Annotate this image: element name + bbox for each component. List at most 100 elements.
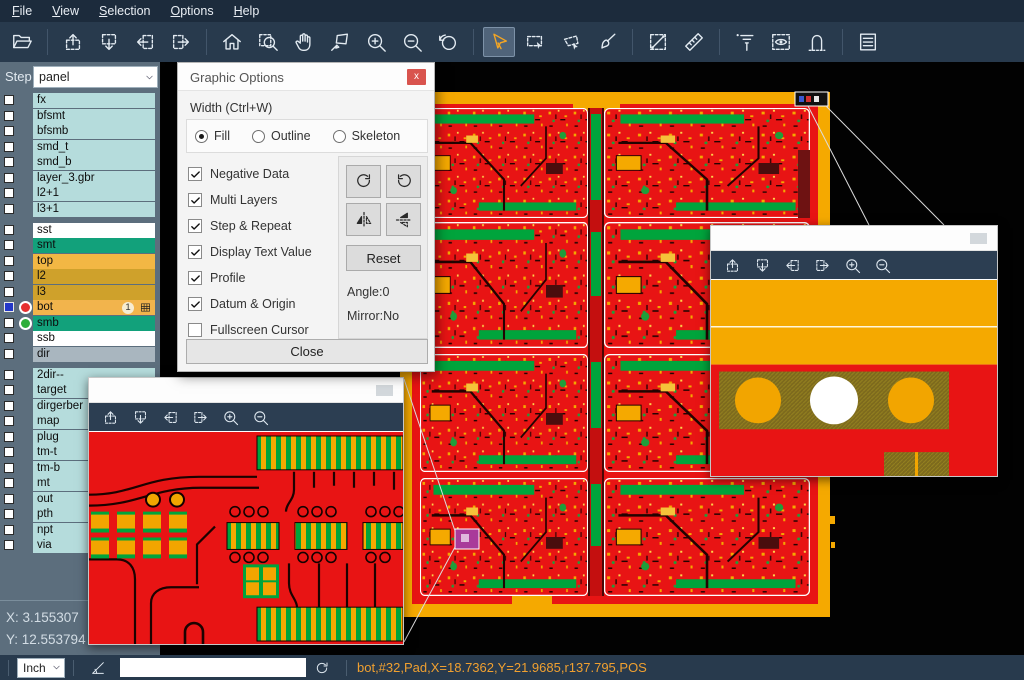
dialog-close-button[interactable]: x	[407, 69, 426, 85]
radio-fill[interactable]: Fill	[195, 129, 230, 143]
layer-visibility-checkbox[interactable]	[4, 111, 14, 121]
home-icon[interactable]	[216, 27, 248, 57]
pan-right-icon[interactable]	[187, 405, 213, 429]
layer-visibility-checkbox[interactable]	[4, 416, 14, 426]
layer-row-smt[interactable]: smt	[0, 238, 160, 253]
checkbox-profile[interactable]: Profile	[188, 265, 338, 291]
checkbox-datum-origin[interactable]: Datum & Origin	[188, 291, 338, 317]
select-cursor-icon[interactable]	[483, 27, 515, 57]
open-file-icon[interactable]	[6, 27, 38, 57]
step-select[interactable]: panel	[33, 66, 158, 88]
flip-horizontal-button[interactable]	[346, 203, 381, 236]
menu-selection[interactable]: Selection	[89, 0, 160, 22]
layer-visibility-checkbox[interactable]	[4, 432, 14, 442]
flip-vertical-button[interactable]	[386, 203, 421, 236]
ruler-icon[interactable]	[678, 27, 710, 57]
layer-visibility-checkbox[interactable]	[4, 370, 14, 380]
layer-visibility-checkbox[interactable]	[4, 95, 14, 105]
menu-view[interactable]: View	[42, 0, 89, 22]
pan-right-icon[interactable]	[809, 253, 835, 277]
checkbox-negative-data[interactable]: Negative Data	[188, 161, 338, 187]
layer-row-top[interactable]: top	[0, 254, 160, 269]
command-input[interactable]	[120, 658, 306, 677]
pan-up-icon[interactable]	[97, 405, 123, 429]
zoom-in-icon[interactable]	[360, 27, 392, 57]
layer-row-sst[interactable]: sst	[0, 223, 160, 238]
layer-visibility-checkbox[interactable]	[4, 240, 14, 250]
zoom-out-icon[interactable]	[396, 27, 428, 57]
layer-visibility-checkbox[interactable]	[4, 204, 14, 214]
layer-row-layer_3.gbr[interactable]: layer_3.gbr	[0, 171, 160, 186]
measure-icon[interactable]	[642, 27, 674, 57]
layer-row-bfsmb[interactable]: bfsmb	[0, 124, 160, 139]
pan-down-icon[interactable]	[127, 405, 153, 429]
pan-right-icon[interactable]	[165, 27, 197, 57]
layer-row-dir[interactable]: dir	[0, 347, 160, 362]
layer-row-l2[interactable]: l2	[0, 269, 160, 284]
layer-row-l3[interactable]: l3	[0, 285, 160, 300]
checkbox-multi-layers[interactable]: Multi Layers	[188, 187, 338, 213]
zoom-out-icon[interactable]	[869, 253, 895, 277]
checkbox-display-text-value[interactable]: Display Text Value	[188, 239, 338, 265]
window-button[interactable]	[970, 233, 987, 244]
brush-icon[interactable]	[591, 27, 623, 57]
layer-visibility-checkbox[interactable]	[4, 463, 14, 473]
zoom-polygon-icon[interactable]	[324, 27, 356, 57]
pan-up-icon[interactable]	[57, 27, 89, 57]
layer-visibility-checkbox[interactable]	[4, 302, 14, 312]
menu-help[interactable]: Help	[224, 0, 270, 22]
radio-outline[interactable]: Outline	[252, 129, 311, 143]
window-button[interactable]	[376, 385, 393, 396]
select-polygon-icon[interactable]	[555, 27, 587, 57]
pan-down-icon[interactable]	[93, 27, 125, 57]
layer-row-l3+1[interactable]: l3+1	[0, 202, 160, 217]
checkbox-step-repeat[interactable]: Step & Repeat	[188, 213, 338, 239]
pan-down-icon[interactable]	[749, 253, 775, 277]
layer-visibility-checkbox[interactable]	[4, 142, 14, 152]
layer-visibility-checkbox[interactable]	[4, 494, 14, 504]
rotate-ccw-button[interactable]	[386, 165, 421, 198]
pan-up-icon[interactable]	[719, 253, 745, 277]
zoom-out-icon[interactable]	[247, 405, 273, 429]
reset-button[interactable]: Reset	[346, 245, 421, 271]
menu-file[interactable]: File	[2, 0, 42, 22]
close-button[interactable]: Close	[186, 339, 428, 364]
layer-visibility-checkbox[interactable]	[4, 271, 14, 281]
pan-left-icon[interactable]	[129, 27, 161, 57]
pan-left-icon[interactable]	[157, 405, 183, 429]
zoom-window-icon[interactable]	[252, 27, 284, 57]
layer-row-ssb[interactable]: ssb	[0, 331, 160, 346]
unit-select[interactable]: Inch	[17, 658, 65, 678]
layer-visibility-checkbox[interactable]	[4, 540, 14, 550]
zoom-previous-icon[interactable]	[432, 27, 464, 57]
view-options-icon[interactable]	[765, 27, 797, 57]
refresh-icon[interactable]	[312, 658, 332, 678]
layer-visibility-checkbox[interactable]	[4, 225, 14, 235]
layer-row-bfsmt[interactable]: bfsmt	[0, 109, 160, 124]
zoom-window-titlebar[interactable]	[711, 226, 997, 251]
snap-icon[interactable]	[801, 27, 833, 57]
zoom-window-titlebar[interactable]	[89, 378, 403, 403]
menu-options[interactable]: Options	[160, 0, 223, 22]
pan-left-icon[interactable]	[779, 253, 805, 277]
layer-visibility-checkbox[interactable]	[4, 126, 14, 136]
layer-visibility-checkbox[interactable]	[4, 318, 14, 328]
radio-skeleton[interactable]: Skeleton	[333, 129, 401, 143]
layer-visibility-checkbox[interactable]	[4, 478, 14, 488]
layer-row-smd_b[interactable]: smd_b	[0, 155, 160, 170]
layer-row-smb[interactable]: smb	[0, 316, 160, 331]
select-rectangle-icon[interactable]	[519, 27, 551, 57]
layer-row-smd_t[interactable]: smd_t	[0, 140, 160, 155]
layer-visibility-checkbox[interactable]	[4, 287, 14, 297]
layer-visibility-checkbox[interactable]	[4, 157, 14, 167]
zoom-in-icon[interactable]	[839, 253, 865, 277]
layer-visibility-checkbox[interactable]	[4, 173, 14, 183]
layer-visibility-checkbox[interactable]	[4, 401, 14, 411]
rotate-cw-button[interactable]	[346, 165, 381, 198]
layer-visibility-checkbox[interactable]	[4, 509, 14, 519]
layer-table-icon[interactable]	[852, 27, 884, 57]
layer-visibility-checkbox[interactable]	[4, 333, 14, 343]
layer-row-bot[interactable]: bot1	[0, 300, 160, 315]
layer-visibility-checkbox[interactable]	[4, 385, 14, 395]
zoom-in-icon[interactable]	[217, 405, 243, 429]
